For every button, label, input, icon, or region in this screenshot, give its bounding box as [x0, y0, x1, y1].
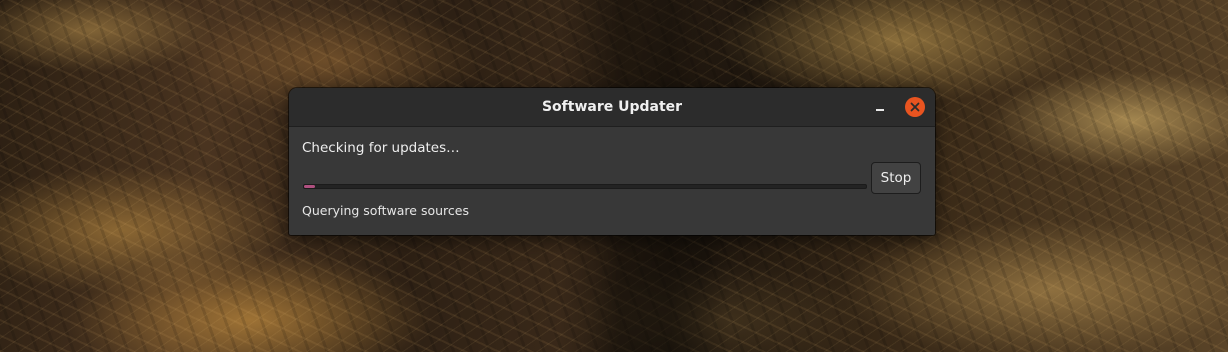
window-titlebar[interactable]: Software Updater — [289, 88, 935, 127]
updater-content: Checking for updates… Stop Querying soft… — [289, 127, 935, 235]
close-button[interactable] — [905, 97, 925, 117]
progress-fill — [304, 185, 316, 188]
software-updater-window: Software Updater Checking for updates… S… — [289, 88, 935, 235]
minimize-icon — [876, 109, 884, 111]
window-title: Software Updater — [541, 99, 683, 115]
status-heading: Checking for updates… — [302, 140, 460, 156]
status-detail: Querying software sources — [302, 203, 469, 218]
close-icon — [910, 102, 920, 112]
stop-button[interactable]: Stop — [871, 162, 921, 194]
minimize-button[interactable] — [869, 96, 891, 118]
progress-bar — [303, 184, 867, 189]
